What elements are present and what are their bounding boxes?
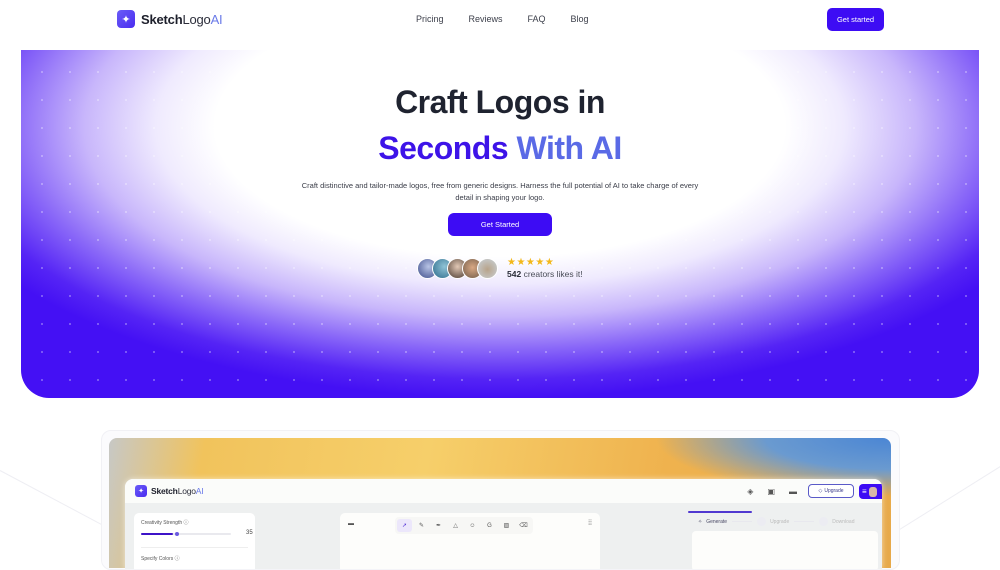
avatar [868,486,877,497]
hamburger-icon: ≡ [862,487,867,496]
nav-link-pricing[interactable]: Pricing [416,14,444,24]
menu-button[interactable]: ≡ [859,484,882,499]
step-generate[interactable]: ✧ Generate [698,519,727,525]
specify-colors-label: Specify Colors ⓘ [141,556,180,562]
keyboard-icon[interactable]: ▬ [789,487,797,496]
keyboard-icon[interactable]: ▬ [348,521,354,527]
top-nav: ✦ SketchLogoAI Pricing Reviews FAQ Blog … [0,0,1000,40]
app-preview: ✦ SketchLogoAI ◈ ▣ ▬ ◇ Upgrade ≡ Creativi… [125,479,882,569]
image-icon[interactable]: ▣ [767,487,775,496]
step-download[interactable]: Download [819,517,855,526]
brand-name: SketchLogoAI [141,11,223,27]
nav-link-reviews[interactable]: Reviews [469,14,503,24]
social-proof: ★★★★★ 542 creators likes it! [417,257,583,279]
slider-fill [141,533,173,535]
avatar [477,257,498,279]
eraser-tool-icon[interactable]: ⌫ [516,519,531,532]
step-separator [794,521,815,522]
nav-link-blog[interactable]: Blog [571,14,589,24]
step-progress-bar [688,511,752,513]
text-tool-icon[interactable]: G [482,519,497,532]
shapes-tool-icon[interactable]: △ [448,519,463,532]
wand-icon: ✧ [698,518,703,525]
creativity-strength-label: Creativity Strength ⓘ [141,520,189,526]
creator-count: 542 creators likes it! [507,269,583,279]
drawing-canvas[interactable]: ▬ ➚ ✎ ✒ △ ☺ G ▨ ⌫ ⁞⁞ [340,513,600,569]
step-upgrade[interactable]: Upgrade [757,517,789,526]
result-area [692,531,878,569]
app-header: ✦ SketchLogoAI ◈ ▣ ▬ ◇ Upgrade ≡ [125,479,882,503]
wand-logo-icon: ✦ [117,10,135,28]
get-started-nav-button[interactable]: Get started [827,8,884,31]
settings-panel: Creativity Strength ⓘ 35 Specify Colors … [134,513,255,569]
app-brand: ✦ SketchLogoAI [135,485,204,497]
diamond-icon: ◇ [818,488,823,494]
decor-line [889,466,1000,536]
rating-block: ★★★★★ 542 creators likes it! [507,257,583,279]
decor-line [0,470,116,532]
app-header-icons: ◈ ▣ ▬ [747,487,797,496]
expand-icon[interactable]: ⁞⁞ [588,520,592,527]
get-started-hero-button[interactable]: Get Started [448,213,552,236]
upgrade-step-icon [757,517,767,526]
step-tabs: ✧ Generate Upgrade Download [698,517,855,526]
select-tool-icon[interactable]: ➚ [397,519,412,532]
creator-avatars [417,257,498,279]
step-separator [732,521,753,522]
info-icon: ⓘ [174,556,180,562]
divider [141,547,248,548]
info-icon: ⓘ [183,520,189,526]
cube-icon[interactable]: ◈ [747,487,753,496]
slider-thumb[interactable] [174,531,179,536]
creativity-value: 35 [246,530,253,536]
brand-logo-link[interactable]: ✦ SketchLogoAI [117,10,223,28]
download-step-icon [819,517,829,526]
hero-subtitle: Craft distinctive and tailor-made logos,… [301,181,699,202]
star-rating-icon: ★★★★★ [507,257,555,268]
hero-section: Craft Logos in Seconds With AI Craft dis… [21,50,979,398]
hero-title-line2: Seconds With AI [378,130,622,166]
hero-title-line1: Craft Logos in [395,84,605,120]
emoji-tool-icon[interactable]: ☺ [465,519,480,532]
steps-panel: ✧ Generate Upgrade Download [686,511,882,569]
pencil-tool-icon[interactable]: ✎ [414,519,429,532]
pen-tool-icon[interactable]: ✒ [431,519,446,532]
image-tool-icon[interactable]: ▨ [499,519,514,532]
nav-links: Pricing Reviews FAQ Blog [416,14,589,24]
drawing-toolbar: ➚ ✎ ✒ △ ☺ G ▨ ⌫ [395,517,533,534]
creativity-slider[interactable] [141,531,231,536]
wand-logo-icon: ✦ [135,485,147,497]
nav-link-faq[interactable]: FAQ [528,14,546,24]
upgrade-button[interactable]: ◇ Upgrade [808,484,854,498]
